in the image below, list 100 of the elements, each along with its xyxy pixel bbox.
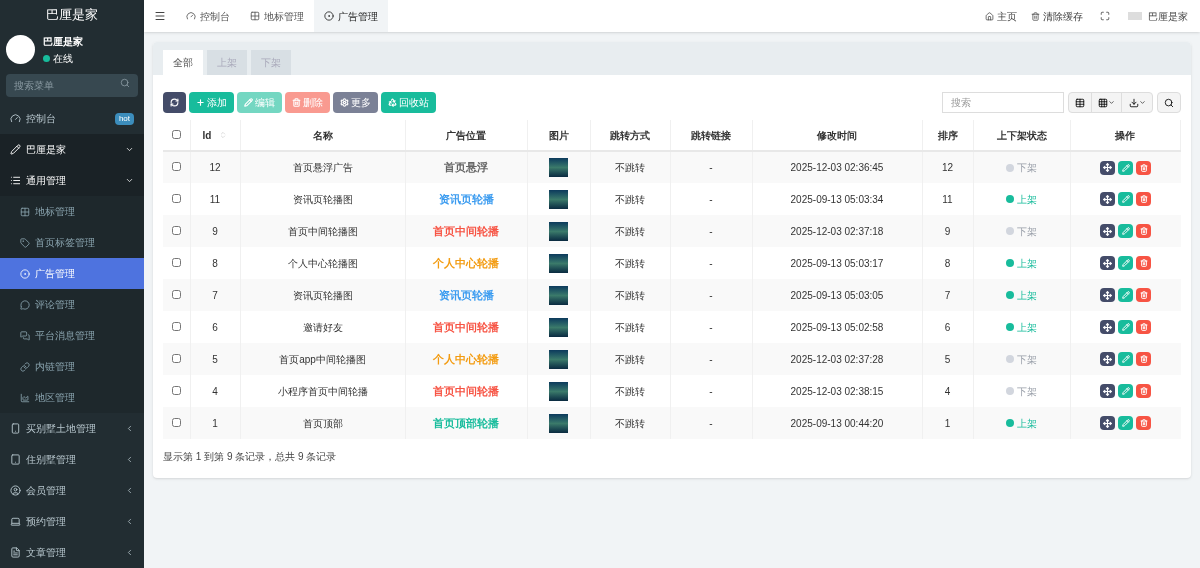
row-checkbox[interactable] xyxy=(171,353,181,363)
sidebar-subitem[interactable]: 地区管理 xyxy=(0,382,144,413)
move-icon xyxy=(1103,258,1112,268)
table-cell: 12 xyxy=(209,162,221,173)
menu-label: 预约管理 xyxy=(26,515,67,529)
table-cell: 资讯页轮播图 xyxy=(292,289,353,301)
row-checkbox[interactable] xyxy=(171,193,181,203)
table-search-field[interactable]: 搜索 xyxy=(942,92,1064,113)
filter-tab[interactable]: 全部 xyxy=(163,50,203,75)
delete-button[interactable] xyxy=(1136,384,1151,398)
pencil-icon xyxy=(1121,163,1130,172)
position-label: 资讯页轮播 xyxy=(438,192,494,205)
menu-icon xyxy=(10,454,21,465)
table-cell: 2025-09-13 05:02:58 xyxy=(790,321,884,333)
row-checkbox[interactable] xyxy=(171,417,181,427)
drag-button[interactable] xyxy=(1100,224,1115,238)
column-header: 名称 xyxy=(312,129,333,141)
more-button[interactable]: 更多 xyxy=(333,92,378,113)
table-cell: 资讯页轮播图 xyxy=(292,193,353,205)
row-checkbox[interactable] xyxy=(171,321,181,331)
row-checkbox[interactable] xyxy=(171,162,181,171)
sidebar-subitem[interactable]: 平台消息管理 xyxy=(0,320,144,351)
menu-label: 评论管理 xyxy=(35,298,75,312)
drag-button[interactable] xyxy=(1100,416,1115,430)
sidebar-item[interactable]: 会员管理 xyxy=(0,475,144,506)
tab-icon xyxy=(324,11,334,21)
status-label: 下架 xyxy=(1017,224,1037,239)
delete-button[interactable] xyxy=(1136,416,1151,430)
delete-button[interactable] xyxy=(1136,256,1151,270)
delete-button[interactable] xyxy=(1136,224,1151,238)
pencil-icon xyxy=(1121,355,1130,363)
table-cell: 不跳转 xyxy=(615,162,645,173)
table-cell: - xyxy=(709,417,713,429)
drag-button[interactable] xyxy=(1100,160,1115,175)
sidebar-subitem[interactable]: 首页标签管理 xyxy=(0,227,144,258)
delete-button[interactable] xyxy=(1136,160,1151,175)
sidebar-item[interactable]: 通用管理 xyxy=(0,165,144,196)
photo-placeholder xyxy=(549,221,568,241)
page-tab[interactable]: 地标管理 xyxy=(240,0,314,32)
drag-button[interactable] xyxy=(1100,320,1115,334)
table-cell: - xyxy=(709,257,713,269)
menu-search-field[interactable]: 搜索菜单 xyxy=(6,74,138,97)
delete-button[interactable] xyxy=(1136,192,1151,206)
sidebar-item[interactable]: 文章管理 xyxy=(0,537,144,568)
sidebar-item[interactable]: 买别墅土地管理 xyxy=(0,413,144,444)
drag-button[interactable] xyxy=(1100,384,1115,398)
drag-button[interactable] xyxy=(1100,352,1115,366)
delete-button[interactable] xyxy=(1136,352,1151,366)
delete-button[interactable] xyxy=(1136,288,1151,302)
menu-label: 买别墅土地管理 xyxy=(26,422,97,436)
page-tab[interactable]: 控制台 xyxy=(176,0,240,32)
position-label: 首页中间轮播 xyxy=(433,320,499,333)
menu-icon xyxy=(20,330,30,341)
header-link[interactable]: 主页 xyxy=(978,8,1024,24)
move-icon xyxy=(1103,226,1112,236)
sidebar-subitem[interactable]: 地标管理 xyxy=(0,196,144,227)
refresh-button[interactable] xyxy=(163,92,186,113)
table-cell: 6 xyxy=(212,321,218,333)
menu-label: 会员管理 xyxy=(26,484,67,498)
sidebar-item[interactable]: 巴厘是家 xyxy=(0,134,144,165)
status-label: 下架 xyxy=(1017,384,1037,399)
drag-button[interactable] xyxy=(1100,256,1115,270)
delete-button[interactable] xyxy=(1136,320,1151,334)
sidebar-item[interactable]: 控制台 hot xyxy=(0,103,144,134)
sidebar-subitem[interactable]: 广告管理 xyxy=(0,258,144,289)
move-icon xyxy=(1103,386,1112,396)
sidebar-subitem[interactable]: 内链管理 xyxy=(0,351,144,382)
row-checkbox[interactable] xyxy=(171,385,181,395)
table-cell: 首页中间轮播图 xyxy=(287,225,358,237)
column-header: 上下架状态 xyxy=(996,129,1047,141)
sidebar-item[interactable]: 住别墅管理 xyxy=(0,444,144,475)
select-all-checkbox[interactable] xyxy=(171,129,181,139)
table-cell: 9 xyxy=(944,225,951,237)
chevron-left-icon xyxy=(125,424,134,433)
chevron-left-icon xyxy=(125,548,134,557)
table-cell: 9 xyxy=(212,225,218,237)
drag-button[interactable] xyxy=(1100,288,1115,302)
fullscreen-icon[interactable] xyxy=(1100,11,1110,21)
row-checkbox[interactable] xyxy=(171,225,181,235)
table-cell: 1 xyxy=(944,417,951,429)
page-tab[interactable]: 广告管理 xyxy=(314,0,388,32)
pencil-icon xyxy=(1121,259,1130,267)
trash-icon xyxy=(1139,419,1148,427)
drag-button[interactable] xyxy=(1100,192,1115,206)
table-cell: 8 xyxy=(212,257,218,269)
header-link[interactable]: 清除缓存 xyxy=(1024,8,1090,24)
row-checkbox[interactable] xyxy=(171,289,181,299)
row-checkbox[interactable] xyxy=(171,257,181,267)
menu-icon[interactable] xyxy=(154,10,166,22)
table-cell: 7 xyxy=(944,289,951,301)
menu-label: 地标管理 xyxy=(35,205,75,219)
sidebar-subitem[interactable]: 评论管理 xyxy=(0,289,144,320)
menu-icon xyxy=(20,237,30,248)
table-cell: 2025-09-13 05:03:34 xyxy=(790,193,884,205)
sidebar-item[interactable]: 预约管理 xyxy=(0,506,144,537)
column-header[interactable]: Id xyxy=(202,127,212,143)
header-user-name[interactable]: 巴厘是家 xyxy=(1148,8,1188,24)
move-icon xyxy=(1103,290,1112,300)
search-button[interactable] xyxy=(1157,92,1181,113)
menu-icon xyxy=(20,392,30,403)
